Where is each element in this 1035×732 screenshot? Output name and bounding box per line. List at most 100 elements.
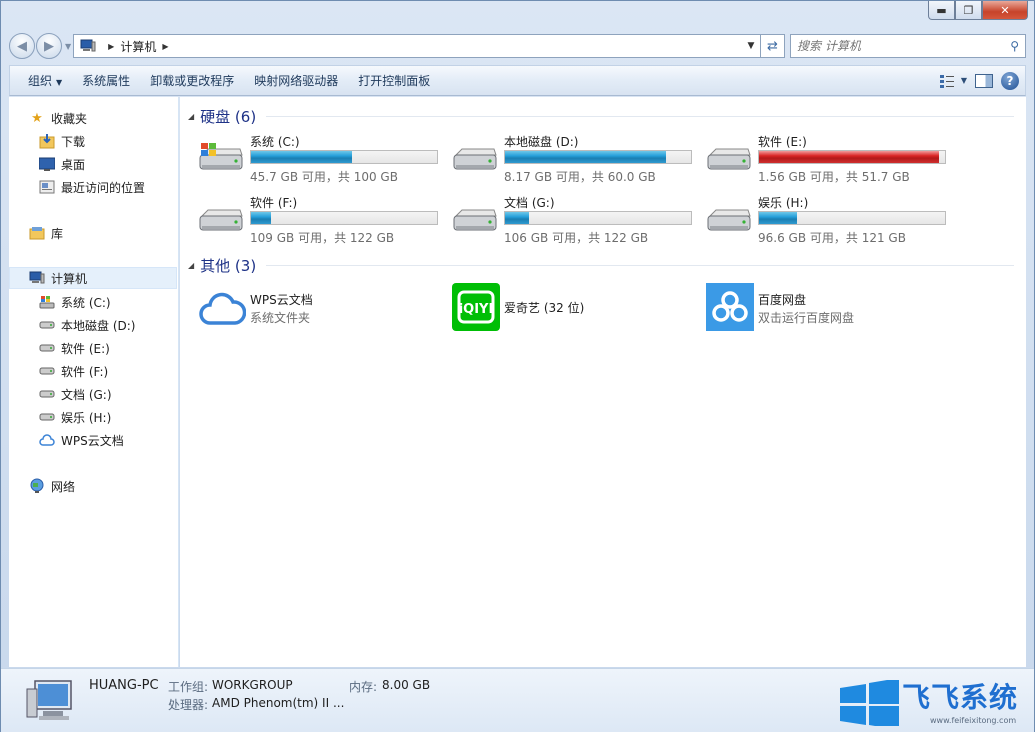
uninstall-program-button[interactable]: 卸载或更改程序 xyxy=(140,68,244,93)
watermark-text: 飞飞系统 xyxy=(902,681,1019,714)
help-icon: ? xyxy=(1006,73,1014,88)
drive-space-info: 96.6 GB 可用，共 121 GB xyxy=(758,231,906,245)
command-bar-right: ▼ ? xyxy=(939,71,1025,90)
drive-usage-fill xyxy=(505,151,666,163)
search-icon[interactable]: ⚲ xyxy=(1010,39,1019,53)
item-baidu-netdisk[interactable]: 百度网盘 双击运行百度网盘 xyxy=(706,283,946,333)
windows-drive-icon xyxy=(199,143,243,170)
item-iqiyi[interactable]: iQIYI 爱奇艺 (32 位) xyxy=(452,283,692,333)
breadcrumb-computer[interactable]: 计算机 xyxy=(120,38,156,55)
hard-drive-icon xyxy=(453,148,497,170)
desktop-icon xyxy=(39,156,55,172)
nav-drive-h[interactable]: 娱乐 (H:) xyxy=(39,406,111,428)
nav-drive-c[interactable]: 系统 (C:) xyxy=(39,291,111,313)
help-button[interactable]: ? xyxy=(1001,71,1019,90)
preview-pane-button[interactable] xyxy=(975,73,993,88)
collapse-triangle-icon[interactable]: ◢ xyxy=(188,261,194,270)
change-view-button[interactable]: ▼ xyxy=(939,74,967,88)
nav-network-label: 网络 xyxy=(51,479,76,494)
recent-pages-dropdown[interactable]: ▼ xyxy=(65,42,71,51)
nav-libraries-label: 库 xyxy=(51,226,64,241)
nav-libraries[interactable]: 库 xyxy=(29,222,63,244)
drive-name: 软件 (E:) xyxy=(758,135,807,149)
nav-drive-g[interactable]: 文档 (G:) xyxy=(39,383,112,405)
drive-usage-bar xyxy=(758,150,946,164)
collapse-triangle-icon[interactable]: ◢ xyxy=(188,112,194,121)
breadcrumb-separator-icon[interactable]: ▶ xyxy=(108,42,114,51)
chevron-down-icon: ▼ xyxy=(56,78,63,87)
nav-recent-places[interactable]: 最近访问的位置 xyxy=(39,176,145,198)
drive-tile[interactable]: 软件 (E:) 1.56 GB 可用，共 51.7 GB xyxy=(706,133,956,187)
search-input[interactable] xyxy=(797,39,1011,53)
memory-label: 内存: xyxy=(349,680,378,694)
explorer-window: ▬ ❐ ✕ ◀ ▶ ▼ ▶ 计算机 ▶ ▼ ⇄ ⚲ 组织▼ 系统属性 卸载或更改… xyxy=(0,0,1035,732)
nav-desktop[interactable]: 桌面 xyxy=(39,153,85,175)
refresh-button[interactable]: ⇄ xyxy=(761,34,785,58)
nav-wps-cloud[interactable]: WPS云文档 xyxy=(39,429,124,451)
hard-drive-icon xyxy=(39,363,55,379)
details-pane: HUANG-PC 工作组: WORKGROUP 内存: 8.00 GB 处理器:… xyxy=(1,668,1034,732)
hard-drive-icon xyxy=(39,340,55,356)
watermark-url: www.feifeixitong.com xyxy=(930,716,1017,725)
nav-downloads-label: 下载 xyxy=(61,134,86,149)
item-wps-cloud[interactable]: WPS云文档 系统文件夹 xyxy=(198,283,438,333)
group-title: 其他 (3) xyxy=(200,256,257,275)
downloads-folder-icon xyxy=(39,133,55,149)
organize-button[interactable]: 组织 ▼ xyxy=(18,68,72,93)
address-history-dropdown[interactable]: ▼ xyxy=(742,41,760,51)
forward-button[interactable]: ▶ xyxy=(36,33,62,59)
nav-drive-label: 软件 (E:) xyxy=(61,341,110,356)
nav-recent-label: 最近访问的位置 xyxy=(61,180,146,195)
chevron-down-icon: ▼ xyxy=(960,76,967,85)
back-arrow-icon: ◀ xyxy=(17,38,27,54)
nav-downloads[interactable]: 下载 xyxy=(39,130,85,152)
svg-text:iQIYI: iQIYI xyxy=(459,302,494,317)
drive-usage-bar xyxy=(504,150,692,164)
item-name: WPS云文档 xyxy=(250,293,313,307)
nav-drive-label: 本地磁盘 (D:) xyxy=(61,318,136,333)
drive-space-info: 1.56 GB 可用，共 51.7 GB xyxy=(758,170,910,184)
nav-favorites[interactable]: ★ 收藏夹 xyxy=(29,107,87,129)
command-bar: 组织 ▼ 系统属性 卸载或更改程序 映射网络驱动器 打开控制面板 ▼ ? xyxy=(9,65,1026,96)
nav-drive-d[interactable]: 本地磁盘 (D:) xyxy=(39,314,135,336)
drive-tile[interactable]: 本地磁盘 (D:) 8.17 GB 可用，共 60.0 GB xyxy=(452,133,702,187)
windows-logo-icon xyxy=(840,680,899,726)
address-row: ◀ ▶ ▼ ▶ 计算机 ▶ ▼ ⇄ ⚲ xyxy=(9,32,1026,60)
drive-space-info: 45.7 GB 可用，共 100 GB xyxy=(250,170,398,184)
nav-drive-label: 系统 (C:) xyxy=(61,295,111,310)
breadcrumb-separator-icon[interactable]: ▶ xyxy=(162,42,168,51)
drive-tile[interactable]: 软件 (F:) 109 GB 可用，共 122 GB xyxy=(198,194,448,248)
nav-drive-e[interactable]: 软件 (E:) xyxy=(39,337,110,359)
search-box[interactable]: ⚲ xyxy=(790,34,1026,58)
hard-drive-icon xyxy=(39,386,55,402)
system-properties-button[interactable]: 系统属性 xyxy=(72,68,140,93)
drive-usage-bar xyxy=(250,211,438,225)
hard-drive-icon xyxy=(453,209,497,231)
map-network-drive-button[interactable]: 映射网络驱动器 xyxy=(244,68,348,93)
baidu-netdisk-icon xyxy=(706,283,754,331)
address-bar[interactable]: ▶ 计算机 ▶ ▼ xyxy=(73,34,761,58)
drive-tile[interactable]: 系统 (C:) 45.7 GB 可用，共 100 GB xyxy=(198,133,448,187)
drive-usage-fill xyxy=(505,212,530,224)
drive-tile[interactable]: 娱乐 (H:) 96.6 GB 可用，共 121 GB xyxy=(706,194,956,248)
navigation-pane: ★ 收藏夹 下载 桌面 最近访问的位置 库 计算机 系统 (C:) 本地磁盘 (… xyxy=(9,97,179,667)
workgroup-label: 工作组: xyxy=(168,680,209,694)
drive-tile[interactable]: 文档 (G:) 106 GB 可用，共 122 GB xyxy=(452,194,702,248)
minimize-icon: ▬ xyxy=(936,3,947,17)
nav-desktop-label: 桌面 xyxy=(61,157,86,172)
close-button[interactable]: ✕ xyxy=(982,1,1028,20)
network-globe-icon xyxy=(29,478,45,494)
open-control-panel-button[interactable]: 打开控制面板 xyxy=(348,68,440,93)
nav-network[interactable]: 网络 xyxy=(29,475,75,497)
minimize-button[interactable]: ▬ xyxy=(928,1,955,20)
group-header-hard-disks[interactable]: ◢ 硬盘 (6) xyxy=(188,106,1014,126)
processor-value: AMD Phenom(tm) II ... xyxy=(212,696,345,710)
back-button[interactable]: ◀ xyxy=(9,33,35,59)
maximize-button[interactable]: ❐ xyxy=(955,1,982,20)
nav-drive-f[interactable]: 软件 (F:) xyxy=(39,360,108,382)
nav-computer[interactable]: 计算机 xyxy=(9,267,177,289)
drive-usage-bar xyxy=(758,211,946,225)
group-header-other[interactable]: ◢ 其他 (3) xyxy=(188,255,1014,275)
caption-buttons: ▬ ❐ ✕ xyxy=(928,1,1028,20)
watermark: 飞飞系统 www.feifeixitong.com xyxy=(836,672,1032,730)
